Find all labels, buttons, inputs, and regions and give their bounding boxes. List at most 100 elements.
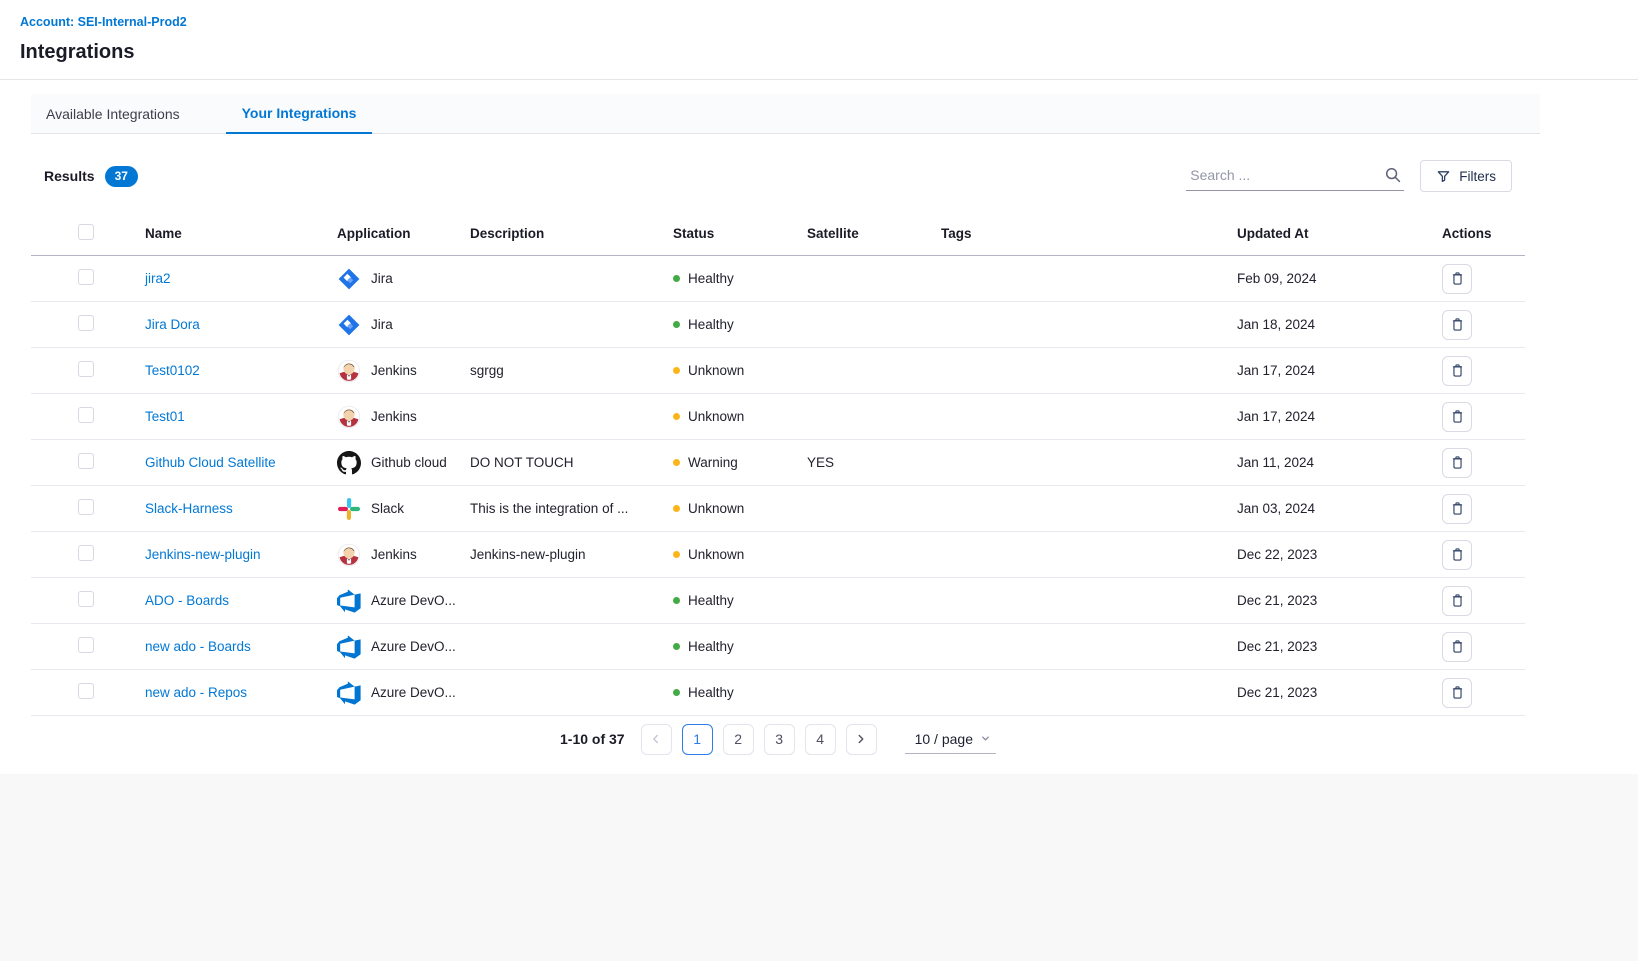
delete-integration-button[interactable] (1442, 264, 1472, 294)
delete-integration-button[interactable] (1442, 402, 1472, 432)
row-checkbox[interactable] (78, 683, 94, 699)
status-label: Healthy (688, 271, 734, 286)
page-buttons: 1234 (682, 724, 836, 755)
table-row: Github Cloud Satellite Github cloud DO N… (31, 440, 1525, 486)
updated-at-cell: Dec 21, 2023 (1237, 685, 1436, 700)
integration-name-link[interactable]: Slack-Harness (145, 501, 233, 516)
delete-integration-button[interactable] (1442, 632, 1472, 662)
row-checkbox[interactable] (78, 361, 94, 377)
updated-at-cell: Jan 03, 2024 (1237, 501, 1436, 516)
status-label: Healthy (688, 685, 734, 700)
integration-name-link[interactable]: Test0102 (145, 363, 200, 378)
application-label: Azure DevO... (371, 685, 456, 700)
status-dot (673, 275, 680, 282)
delete-integration-button[interactable] (1442, 540, 1472, 570)
updated-at-cell: Jan 17, 2024 (1237, 363, 1436, 378)
integration-name-link[interactable]: Github Cloud Satellite (145, 455, 276, 470)
select-all-checkbox[interactable] (78, 224, 94, 240)
page-button-3[interactable]: 3 (764, 724, 795, 755)
row-checkbox[interactable] (78, 315, 94, 331)
table-row: ADO - Boards Azure DevO... Healthy Dec 2… (31, 578, 1525, 624)
filters-button-label: Filters (1459, 169, 1496, 184)
chevron-left-icon (649, 732, 663, 746)
funnel-icon (1436, 169, 1451, 184)
table-row: Jira Dora Jira Healthy Jan 18, 2024 (31, 302, 1525, 348)
application-label: Jenkins (371, 363, 417, 378)
trash-icon (1449, 454, 1466, 471)
page-header: Account: SEI-Internal-Prod2 Integrations (0, 0, 1638, 80)
page-size-label: 10 / page (915, 731, 973, 747)
trash-icon (1449, 638, 1466, 655)
table-row: new ado - Boards Azure DevO... Healthy D… (31, 624, 1525, 670)
column-header-application: Application (337, 226, 470, 241)
status-dot (673, 367, 680, 374)
row-checkbox[interactable] (78, 407, 94, 423)
status-dot (673, 689, 680, 696)
status-label: Warning (688, 455, 738, 470)
delete-integration-button[interactable] (1442, 586, 1472, 616)
previous-page-button[interactable] (641, 724, 672, 755)
status-label: Unknown (688, 547, 744, 562)
updated-at-cell: Jan 17, 2024 (1237, 409, 1436, 424)
slack-icon (337, 497, 361, 521)
filters-button[interactable]: Filters (1420, 160, 1512, 192)
integration-name-link[interactable]: Jenkins-new-plugin (145, 547, 261, 562)
integrations-page: Account: SEI-Internal-Prod2 Integrations… (0, 0, 1638, 774)
jenkins-icon (337, 359, 361, 383)
search-input[interactable] (1188, 166, 1384, 184)
delete-integration-button[interactable] (1442, 448, 1472, 478)
status-label: Healthy (688, 593, 734, 608)
row-checkbox[interactable] (78, 545, 94, 561)
page-button-4[interactable]: 4 (805, 724, 836, 755)
row-checkbox[interactable] (78, 591, 94, 607)
delete-integration-button[interactable] (1442, 494, 1472, 524)
application-label: Jenkins (371, 409, 417, 424)
account-breadcrumb-link[interactable]: Account: SEI-Internal-Prod2 (20, 15, 187, 29)
pagination-range-label: 1-10 of 37 (560, 731, 625, 747)
updated-at-cell: Feb 09, 2024 (1237, 271, 1436, 286)
table-row: new ado - Repos Azure DevO... Healthy De… (31, 670, 1525, 716)
page-button-1[interactable]: 1 (682, 724, 713, 755)
tab-your-integrations[interactable]: Your Integrations (226, 94, 373, 134)
row-checkbox[interactable] (78, 453, 94, 469)
column-header-actions: Actions (1436, 226, 1525, 241)
satellite-cell: YES (807, 455, 941, 470)
tab-available-integrations[interactable]: Available Integrations (31, 95, 196, 133)
integration-name-link[interactable]: Test01 (145, 409, 185, 424)
trash-icon (1449, 408, 1466, 425)
row-checkbox[interactable] (78, 499, 94, 515)
integration-name-link[interactable]: new ado - Boards (145, 639, 251, 654)
status-label: Unknown (688, 363, 744, 378)
status-dot (673, 413, 680, 420)
integration-name-link[interactable]: Jira Dora (145, 317, 200, 332)
page-button-2[interactable]: 2 (723, 724, 754, 755)
description-cell: DO NOT TOUCH (470, 455, 673, 470)
description-cell: Jenkins-new-plugin (470, 547, 673, 562)
trash-icon (1449, 270, 1466, 287)
table-row: Jenkins-new-plugin Jenkins Jenkins-new-p… (31, 532, 1525, 578)
delete-integration-button[interactable] (1442, 678, 1472, 708)
results-label: Results (44, 168, 95, 184)
column-header-tags: Tags (941, 226, 1237, 241)
status-label: Healthy (688, 317, 734, 332)
azure-devops-icon (337, 681, 361, 705)
integration-name-link[interactable]: ADO - Boards (145, 593, 229, 608)
trash-icon (1449, 592, 1466, 609)
table-row: Test0102 Jenkins sgrgg Unknown (31, 348, 1525, 394)
integration-name-link[interactable]: new ado - Repos (145, 685, 247, 700)
column-header-status: Status (673, 226, 807, 241)
search-icon[interactable] (1384, 166, 1402, 184)
next-page-button[interactable] (846, 724, 877, 755)
row-checkbox[interactable] (78, 269, 94, 285)
trash-icon (1449, 546, 1466, 563)
tab-bar: Available Integrations Your Integrations (31, 94, 1540, 134)
row-checkbox[interactable] (78, 637, 94, 653)
integration-name-link[interactable]: jira2 (145, 271, 171, 286)
table-row: jira2 Jira Healthy Feb 09, 2024 (31, 256, 1525, 302)
delete-integration-button[interactable] (1442, 310, 1472, 340)
page-size-select[interactable]: 10 / page (905, 724, 996, 754)
delete-integration-button[interactable] (1442, 356, 1472, 386)
trash-icon (1449, 316, 1466, 333)
status-dot (673, 321, 680, 328)
table-header-row: Name Application Description Status Sate… (31, 212, 1525, 256)
